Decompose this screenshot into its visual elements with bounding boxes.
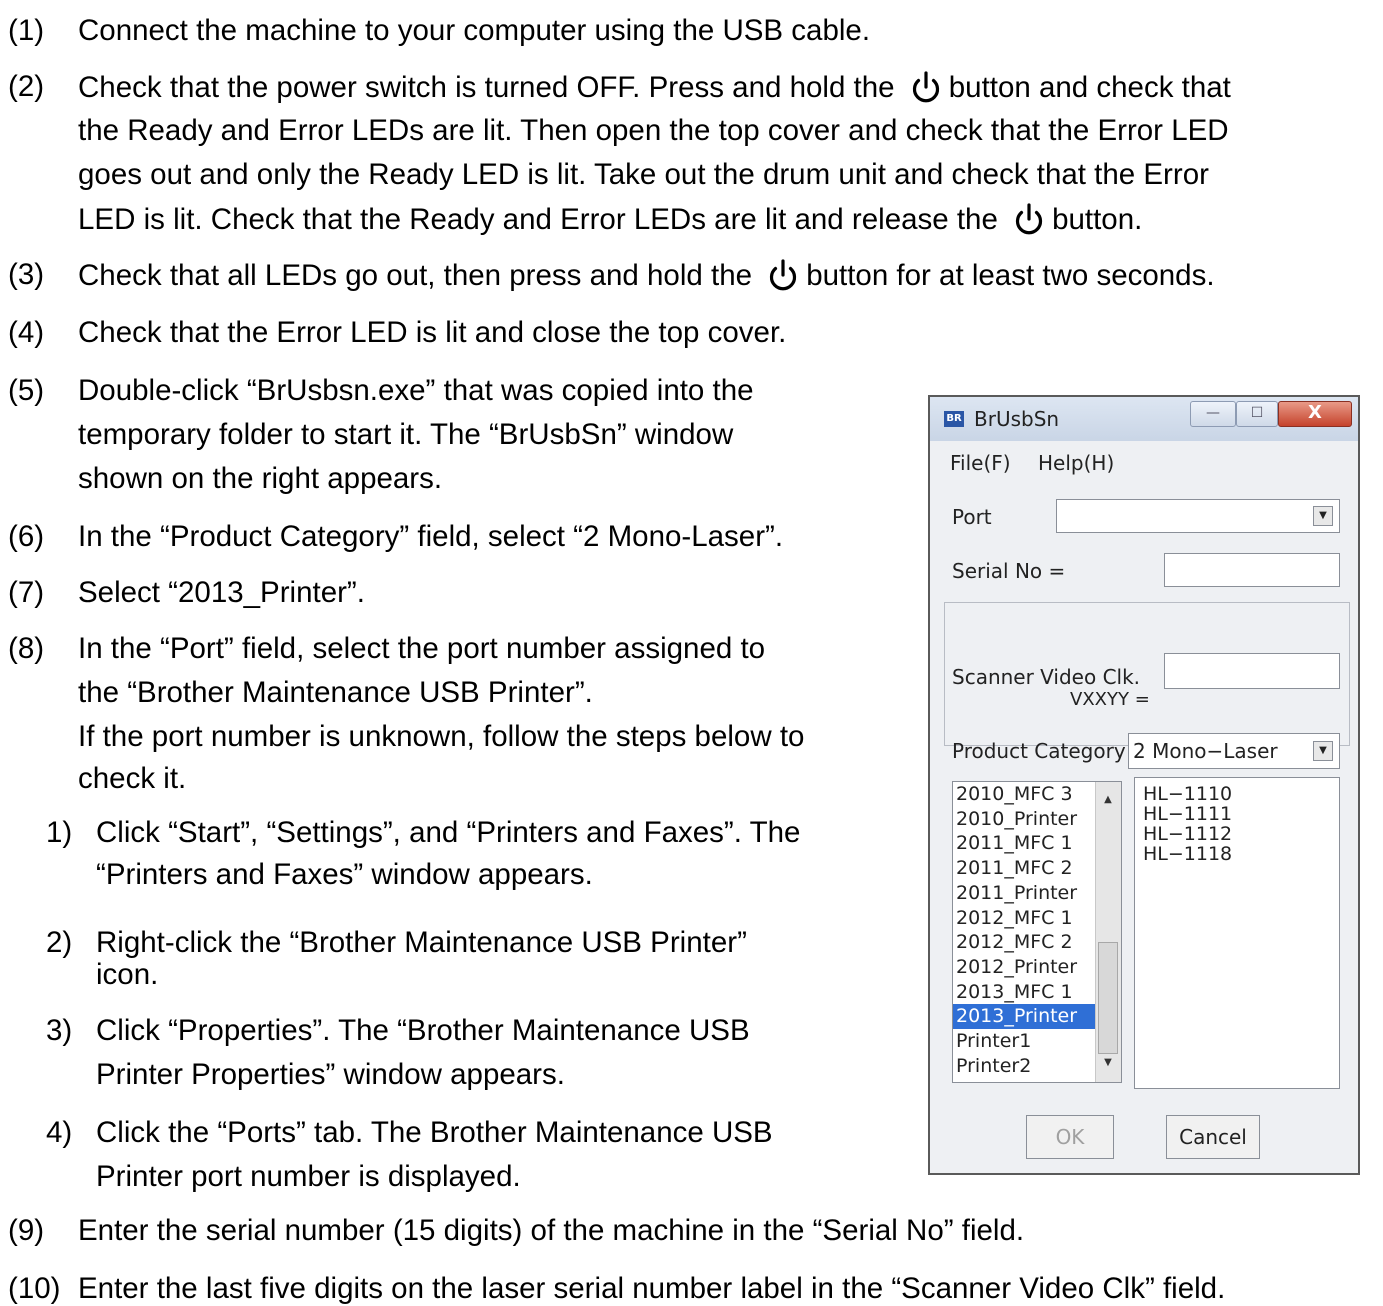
step-number: (10) <box>8 1272 61 1305</box>
step-text: In the “Product Category” field, select … <box>78 520 784 553</box>
substep-number: 2) <box>46 926 73 959</box>
step-text: Check that the power switch is turned OF… <box>78 70 1231 105</box>
brusbsn-window: BR BrUsbSn — ☐ X File(F) Help(H) Port ▼ … <box>928 395 1360 1175</box>
step-number: (3) <box>8 258 45 291</box>
scanner-video-clk-input[interactable] <box>1164 653 1340 689</box>
menu-help[interactable]: Help(H) <box>1038 451 1114 475</box>
model-list-item[interactable]: 2010_Printer <box>953 807 1096 832</box>
port-label: Port <box>952 505 992 529</box>
step-text: Double-click “BrUsbsn.exe” that was copi… <box>78 374 754 407</box>
step-text: Check that the Error LED is lit and clos… <box>78 316 787 349</box>
step-number: (2) <box>8 70 45 103</box>
substep-number: 1) <box>46 816 73 849</box>
scrollbar-thumb[interactable] <box>1098 942 1118 1054</box>
step-text: In the “Port” field, select the port num… <box>78 632 766 665</box>
category-label: Product Category <box>952 739 1126 763</box>
step-text: Select “2013_Printer”. <box>78 576 365 609</box>
substep-text: Click “Start”, “Settings”, and “Printers… <box>96 816 801 849</box>
chevron-down-icon[interactable]: ▼ <box>1313 741 1333 761</box>
step-text-part: Check that all LEDs go out, then press a… <box>78 259 761 292</box>
step-text: Check that all LEDs go out, then press a… <box>78 258 1215 293</box>
step-text: If the port number is unknown, follow th… <box>78 720 805 753</box>
app-icon: BR <box>944 411 964 427</box>
ok-button[interactable]: OK <box>1026 1115 1114 1159</box>
step-text-part: button and check that <box>948 71 1231 104</box>
step-text-part: button for at least two seconds. <box>806 259 1215 292</box>
step-number: (6) <box>8 520 45 553</box>
substep-number: 4) <box>46 1116 73 1149</box>
substep-text: Click the “Ports” tab. The Brother Maint… <box>96 1116 773 1149</box>
step-number: (5) <box>8 374 45 407</box>
model-list-item[interactable]: 2011_MFC 2 <box>953 856 1096 881</box>
category-select[interactable]: 2 Mono−Laser ▼ <box>1128 733 1340 769</box>
power-button-icon <box>909 70 943 104</box>
serial-label: Serial No = <box>952 559 1066 583</box>
step-number: (4) <box>8 316 45 349</box>
product-list-item[interactable]: HL−1111 <box>1135 804 1339 824</box>
step-text: Enter the last five digits on the laser … <box>78 1272 1226 1305</box>
model-list-scrollbar[interactable]: ▲ ▼ <box>1095 782 1121 1082</box>
product-list[interactable]: HL−1110 HL−1111 HL−1112 HL−1118 <box>1134 777 1340 1089</box>
step-text: LED is lit. Check that the Ready and Err… <box>78 202 1142 237</box>
step-text-part: button. <box>1052 203 1143 236</box>
substep-text: icon. <box>96 958 159 991</box>
scanner-label-suffix: VXXYY = <box>1070 689 1150 710</box>
serial-no-input[interactable] <box>1164 553 1340 587</box>
step-number: (9) <box>8 1214 45 1247</box>
step-number: (8) <box>8 632 45 665</box>
product-list-item[interactable]: HL−1110 <box>1135 784 1339 804</box>
model-list-item[interactable]: Printer2 <box>953 1054 1096 1079</box>
substep-text: “Printers and Faxes” window appears. <box>96 858 593 891</box>
model-list-item[interactable]: 2012_MFC 2 <box>953 930 1096 955</box>
title-bar[interactable]: BR BrUsbSn — ☐ X <box>930 397 1358 441</box>
substep-text: Printer port number is displayed. <box>96 1160 521 1193</box>
substep-text: Click “Properties”. The “Brother Mainten… <box>96 1014 750 1047</box>
menu-file[interactable]: File(F) <box>950 451 1011 475</box>
step-number: (1) <box>8 14 45 47</box>
step-number: (7) <box>8 576 45 609</box>
step-text: the Ready and Error LEDs are lit. Then o… <box>78 114 1229 147</box>
scroll-down-icon[interactable]: ▼ <box>1096 1051 1120 1076</box>
step-text: Enter the serial number (15 digits) of t… <box>78 1214 1025 1247</box>
step-text: goes out and only the Ready LED is lit. … <box>78 158 1209 191</box>
substep-text: Printer Properties” window appears. <box>96 1058 565 1091</box>
chevron-down-icon[interactable]: ▼ <box>1313 506 1333 526</box>
model-list-item[interactable]: 2011_MFC 1 <box>953 831 1096 856</box>
model-list-item[interactable]: 2013_MFC 1 <box>953 980 1096 1005</box>
power-button-icon <box>766 258 800 292</box>
step-text: shown on the right appears. <box>78 462 443 495</box>
model-list-item[interactable]: 2011_Printer <box>953 881 1096 906</box>
substep-number: 3) <box>46 1014 73 1047</box>
step-text-part: LED is lit. Check that the Ready and Err… <box>78 203 1007 236</box>
scroll-up-icon[interactable]: ▲ <box>1096 788 1120 813</box>
model-list[interactable]: ▲ ▼ 2010_MFC 3 2010_Printer 2011_MFC 1 2011… <box>952 781 1122 1083</box>
step-text: temporary folder to start it. The “BrUsb… <box>78 418 734 451</box>
model-list-item[interactable]: 2012_Printer <box>953 955 1096 980</box>
step-text: check it. <box>78 762 187 795</box>
power-button-icon <box>1012 202 1046 236</box>
port-select[interactable]: ▼ <box>1056 499 1340 533</box>
substep-text: Right-click the “Brother Maintenance USB… <box>96 926 747 959</box>
model-list-item[interactable]: 2012_MFC 1 <box>953 906 1096 931</box>
product-list-item[interactable]: HL−1112 <box>1135 824 1339 844</box>
close-button[interactable]: X <box>1278 401 1352 427</box>
model-list-item[interactable]: 2013_Printer <box>953 1004 1096 1030</box>
scanner-label: Scanner Video Clk. <box>952 665 1141 689</box>
model-list-item[interactable]: Printer1 <box>953 1029 1096 1054</box>
step-text: the “Brother Maintenance USB Printer”. <box>78 676 593 709</box>
product-list-item[interactable]: HL−1118 <box>1135 844 1339 864</box>
window-title: BrUsbSn <box>974 407 1060 431</box>
category-value: 2 Mono−Laser <box>1133 739 1278 763</box>
step-text-part: Check that the power switch is turned OF… <box>78 71 903 104</box>
menu-bar: File(F) Help(H) <box>930 443 1358 479</box>
cancel-button[interactable]: Cancel <box>1166 1115 1260 1159</box>
maximize-button[interactable]: ☐ <box>1236 401 1278 427</box>
step-text: Connect the machine to your computer usi… <box>78 14 871 47</box>
minimize-button[interactable]: — <box>1190 401 1236 427</box>
model-list-item[interactable]: 2010_MFC 3 <box>953 782 1096 807</box>
